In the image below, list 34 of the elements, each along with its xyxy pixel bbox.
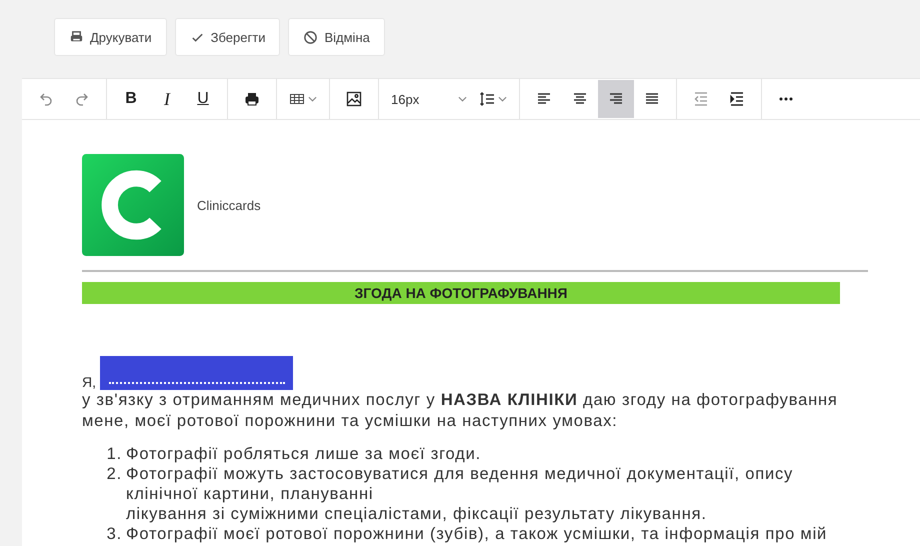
caret-icon <box>458 96 467 102</box>
printer-icon <box>69 30 84 44</box>
italic-button[interactable]: I <box>149 80 185 118</box>
list-number: 2. <box>106 464 122 485</box>
undo-icon <box>38 91 54 107</box>
list-number: 3. <box>106 524 122 544</box>
action-button[interactable]: Зберегти <box>174 18 280 56</box>
caret-icon <box>498 96 507 102</box>
font-size-select[interactable]: 16px <box>385 80 473 118</box>
document-title: ЗГОДА НА ФОТОГРАФУВАННЯ <box>82 282 840 304</box>
list-number: 1. <box>106 444 122 464</box>
image-icon <box>346 91 362 107</box>
bold-button[interactable]: B <box>113 80 149 118</box>
underline-button[interactable]: U <box>185 80 221 118</box>
logo-icon <box>82 154 184 256</box>
table-icon <box>289 91 305 107</box>
outdent-icon <box>693 91 709 107</box>
lineheight-icon <box>479 91 495 107</box>
condition-text: Фотографії можуть застосовуватися для ведення медичної документації, опису клінічної картини, плануванні лікування зі суміжними спеціалістами, фіксації результату лікування. <box>126 464 794 524</box>
condition-text: Фотографії робляться лише за моєї згоди. <box>126 444 482 464</box>
name-prefix: Я, <box>82 374 96 390</box>
more-icon <box>779 97 793 101</box>
caret-icon <box>308 96 317 102</box>
indent-icon <box>729 91 745 107</box>
print-icon <box>244 91 260 107</box>
prohibited-icon <box>303 30 318 44</box>
condition-text: Фотографії моєї ротової порожнини (зубів), а також усмішки, та інформація про мій <box>126 524 828 544</box>
redo-icon <box>74 91 90 107</box>
name-field[interactable] <box>100 356 293 390</box>
action-button[interactable]: Друкувати <box>54 18 167 56</box>
align-right-button[interactable] <box>598 80 634 118</box>
company-name: Cliniccards <box>197 198 261 212</box>
action-button[interactable]: Відміна <box>288 18 385 56</box>
intro-paragraph: у зв'язку з отриманням медичних послуг у НАЗВА КЛІНІКИ даю згоду на фотографування мене, моєї ротової порожнини та усмішки на наступних умовах: <box>82 390 839 432</box>
